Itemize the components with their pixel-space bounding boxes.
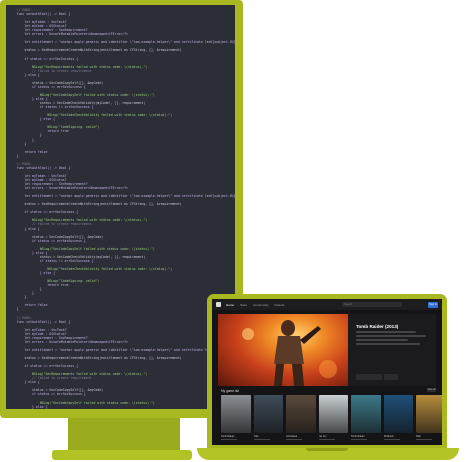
game-cover-image[interactable] [253, 395, 283, 433]
game-card[interactable]: Tomb Raider [351, 395, 381, 441]
laptop-notch [306, 448, 348, 451]
nav-item-store[interactable]: Store [240, 303, 247, 307]
game-card-list: Tomb Raider Halo Uncharted Far Cry Tomb Raid… [221, 395, 442, 441]
top-navbar: Home Store Community Friends Search Sign… [212, 299, 442, 310]
code-line[interactable]: let entitlement = "anchor apple generic … [9, 194, 235, 198]
game-card-meta [383, 439, 400, 441]
game-card-label: Nioh [416, 434, 421, 438]
featured-info: Tomb Raider (2013) [356, 324, 434, 345]
featured-meta-line [356, 335, 426, 337]
play-button[interactable] [356, 374, 382, 380]
featured-meta-line [356, 331, 416, 333]
game-cover-image[interactable] [416, 395, 442, 433]
featured-title: Tomb Raider (2013) [356, 324, 399, 329]
view-all-button[interactable]: View all [427, 388, 436, 392]
code-line[interactable]: } else { [9, 405, 233, 409]
game-card-label: BioShock [383, 434, 394, 438]
game-card[interactable]: Uncharted [286, 395, 316, 441]
section-title: My game list [221, 389, 239, 393]
game-card-meta [318, 439, 335, 441]
nav-item-home[interactable]: Home [226, 303, 234, 307]
game-cover-image[interactable] [318, 395, 348, 433]
code-line[interactable]: let entitlement = "anchor apple generic … [9, 348, 235, 352]
featured-character-illustration [242, 320, 337, 386]
game-card-meta [221, 439, 237, 441]
game-cover-image[interactable] [286, 395, 316, 433]
nav-item-friends[interactable]: Friends [274, 303, 284, 307]
game-card-meta [416, 439, 432, 441]
game-card-label: Uncharted [286, 434, 298, 438]
game-card-meta [253, 439, 270, 441]
featured-meta-line [356, 343, 420, 345]
game-card[interactable]: Far Cry [318, 395, 348, 441]
game-card[interactable]: BioShock [383, 395, 413, 441]
game-cover-image[interactable] [221, 395, 251, 433]
game-card-label: Tomb Raider [351, 434, 365, 438]
app-logo-icon[interactable] [216, 302, 221, 307]
search-input[interactable]: Search [342, 302, 402, 307]
game-card-label: Halo [253, 434, 259, 438]
game-cover-image[interactable] [351, 395, 381, 433]
game-card-label: Far Cry [318, 434, 327, 438]
featured-meta-line [356, 339, 408, 341]
featured-game-artwork[interactable] [218, 314, 348, 386]
more-button[interactable] [384, 374, 398, 380]
game-card[interactable]: Tomb Raider [221, 395, 251, 441]
game-card-meta [286, 439, 302, 441]
code-editor[interactable]: // MARK: - func setAuthTool() -> Bool { … [6, 5, 235, 409]
game-store-app: Home Store Community Friends Search Sign… [212, 299, 442, 445]
signin-button[interactable]: Sign in [428, 301, 438, 308]
laptop: Home Store Community Friends Search Sign… [207, 294, 447, 450]
game-cover-image[interactable] [383, 395, 413, 433]
nav-item-community[interactable]: Community [253, 303, 268, 307]
monitor-stand [68, 418, 180, 454]
game-card[interactable]: Nioh [416, 395, 442, 441]
game-card-meta [351, 439, 367, 441]
game-card-label: Tomb Raider [221, 434, 235, 438]
monitor-stand-base [52, 450, 192, 460]
game-card[interactable]: Halo [253, 395, 283, 441]
featured-banner[interactable]: Tomb Raider (2013) [218, 314, 436, 386]
code-text[interactable]: // MARK: - func setAuthTool() -> Bool { … [9, 8, 235, 409]
code-line[interactable]: let entitlement = "anchor apple generic … [9, 40, 235, 44]
